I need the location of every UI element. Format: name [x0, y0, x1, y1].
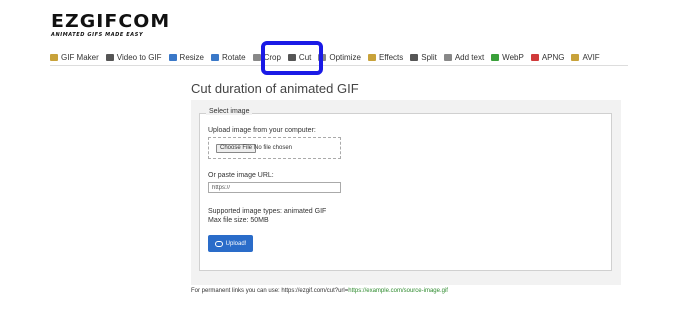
nav-item-label: AVIF — [582, 53, 600, 62]
nav-item-label: Resize — [179, 53, 204, 62]
effects-icon — [367, 54, 376, 61]
avif-icon — [571, 54, 580, 61]
upload-label: Upload image from your computer: — [208, 127, 316, 134]
nav-item-optimize[interactable]: Optimize — [318, 53, 361, 62]
nav-item-label: APNG — [541, 53, 565, 62]
logo-text: EZGIFCOM — [51, 11, 171, 32]
resize-icon — [168, 54, 177, 61]
url-input[interactable] — [208, 182, 341, 193]
nav-item-label: Video to GIF — [116, 53, 162, 62]
permanent-link-prefix: For permanent links you can use: https:/… — [191, 288, 349, 294]
page-title: Cut duration of animated GIF — [191, 81, 359, 96]
nav-item-video-to-gif[interactable]: Video to GIF — [105, 53, 162, 62]
permanent-link-note: For permanent links you can use: https:/… — [191, 288, 448, 294]
nav-item-resize[interactable]: Resize — [168, 53, 204, 62]
ezgif-logo[interactable]: EZGIFCOM ANIMATED GIFS MADE EASY — [51, 13, 169, 39]
cut-highlight-box — [261, 41, 323, 75]
nav-item-avif[interactable]: AVIF — [571, 53, 600, 62]
nav-item-label: Optimize — [329, 53, 361, 62]
nav-item-effects[interactable]: Effects — [367, 53, 404, 62]
permanent-link-example[interactable]: https://example.com/source-image.gif — [348, 288, 448, 294]
rotate-icon — [211, 54, 219, 61]
url-label: Or paste image URL: — [208, 172, 274, 179]
nav-item-label: Add text — [454, 53, 485, 62]
choose-file-button[interactable]: Choose File — [216, 144, 257, 153]
max-file-size: Max file size: 50MB — [208, 217, 269, 224]
main-nav: GIF Maker Video to GIF Resize Rotate Crop Cut… — [50, 50, 628, 66]
logo-tagline: ANIMATED GIFS MADE EASY — [51, 32, 144, 38]
video-icon — [105, 54, 114, 61]
gif-maker-icon — [50, 54, 58, 61]
nav-item-split[interactable]: Split — [410, 53, 437, 62]
supported-types: Supported image types: animated GIF — [208, 208, 327, 215]
nav-item-gif-maker[interactable]: GIF Maker — [50, 53, 99, 62]
nav-item-apng[interactable]: APNG — [530, 53, 565, 62]
upload-button-label: Upload! — [225, 240, 247, 247]
file-status: No file chosen — [254, 145, 293, 151]
nav-item-rotate[interactable]: Rotate — [211, 53, 246, 62]
crop-icon — [252, 54, 261, 61]
nav-item-label: Split — [421, 53, 437, 62]
cloud-upload-icon — [214, 240, 223, 247]
nav-item-add-text[interactable]: Add text — [443, 53, 485, 62]
split-icon — [410, 54, 419, 61]
fieldset-legend: Select image — [206, 108, 253, 115]
nav-item-label: WebP — [502, 53, 524, 62]
nav-item-label: GIF Maker — [61, 53, 99, 62]
apng-icon — [530, 54, 539, 61]
webp-icon — [491, 54, 500, 61]
upload-button[interactable]: Upload! — [208, 235, 253, 252]
nav-item-webp[interactable]: WebP — [491, 53, 524, 62]
text-icon — [443, 54, 452, 61]
nav-item-label: Rotate — [222, 53, 246, 62]
nav-item-label: Effects — [378, 53, 404, 62]
